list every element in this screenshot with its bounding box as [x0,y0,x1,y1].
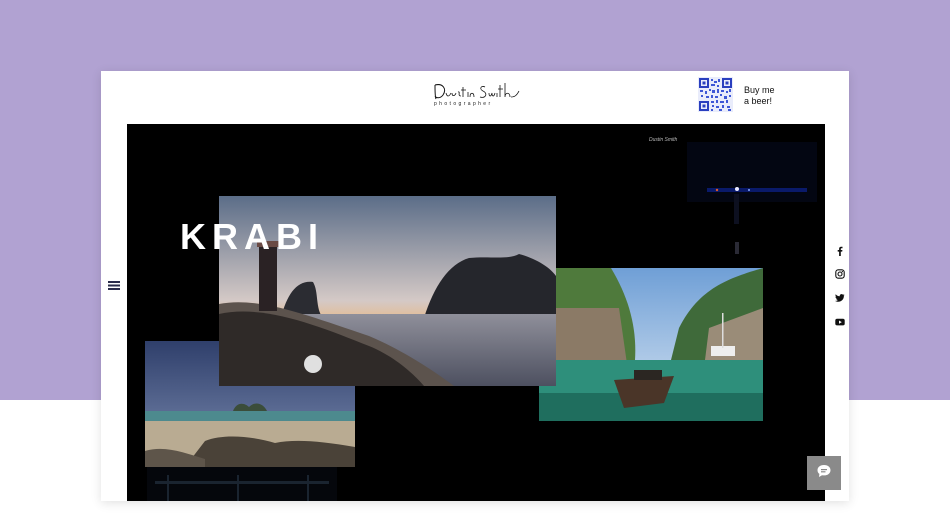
gallery-title: KRABI [180,216,324,257]
night-photo[interactable] [687,132,817,272]
site-frame: photographer Buy me a beer! Dustin Smith… [101,71,849,501]
buy-beer-line1: Buy me [744,85,775,95]
youtube-icon[interactable] [835,314,845,326]
logo-subtitle: photographer [434,101,493,107]
instagram-icon[interactable] [835,266,845,279]
chat-icon [816,463,832,484]
partial-photo[interactable] [147,467,337,501]
mini-logo: Dustin Smith [649,137,678,143]
twitter-icon[interactable] [835,290,845,302]
chat-button[interactable] [807,456,841,490]
gallery-stage: Dustin Smith KRABI [127,124,825,501]
site-logo[interactable] [431,79,523,113]
hamburger-menu-icon[interactable] [108,278,120,290]
buy-beer-link[interactable]: Buy me a beer! [744,85,794,107]
buy-beer-line2: a beer! [744,96,773,106]
qr-code[interactable] [698,77,733,112]
lagoon-photo[interactable] [539,268,763,421]
facebook-icon[interactable] [835,243,845,256]
